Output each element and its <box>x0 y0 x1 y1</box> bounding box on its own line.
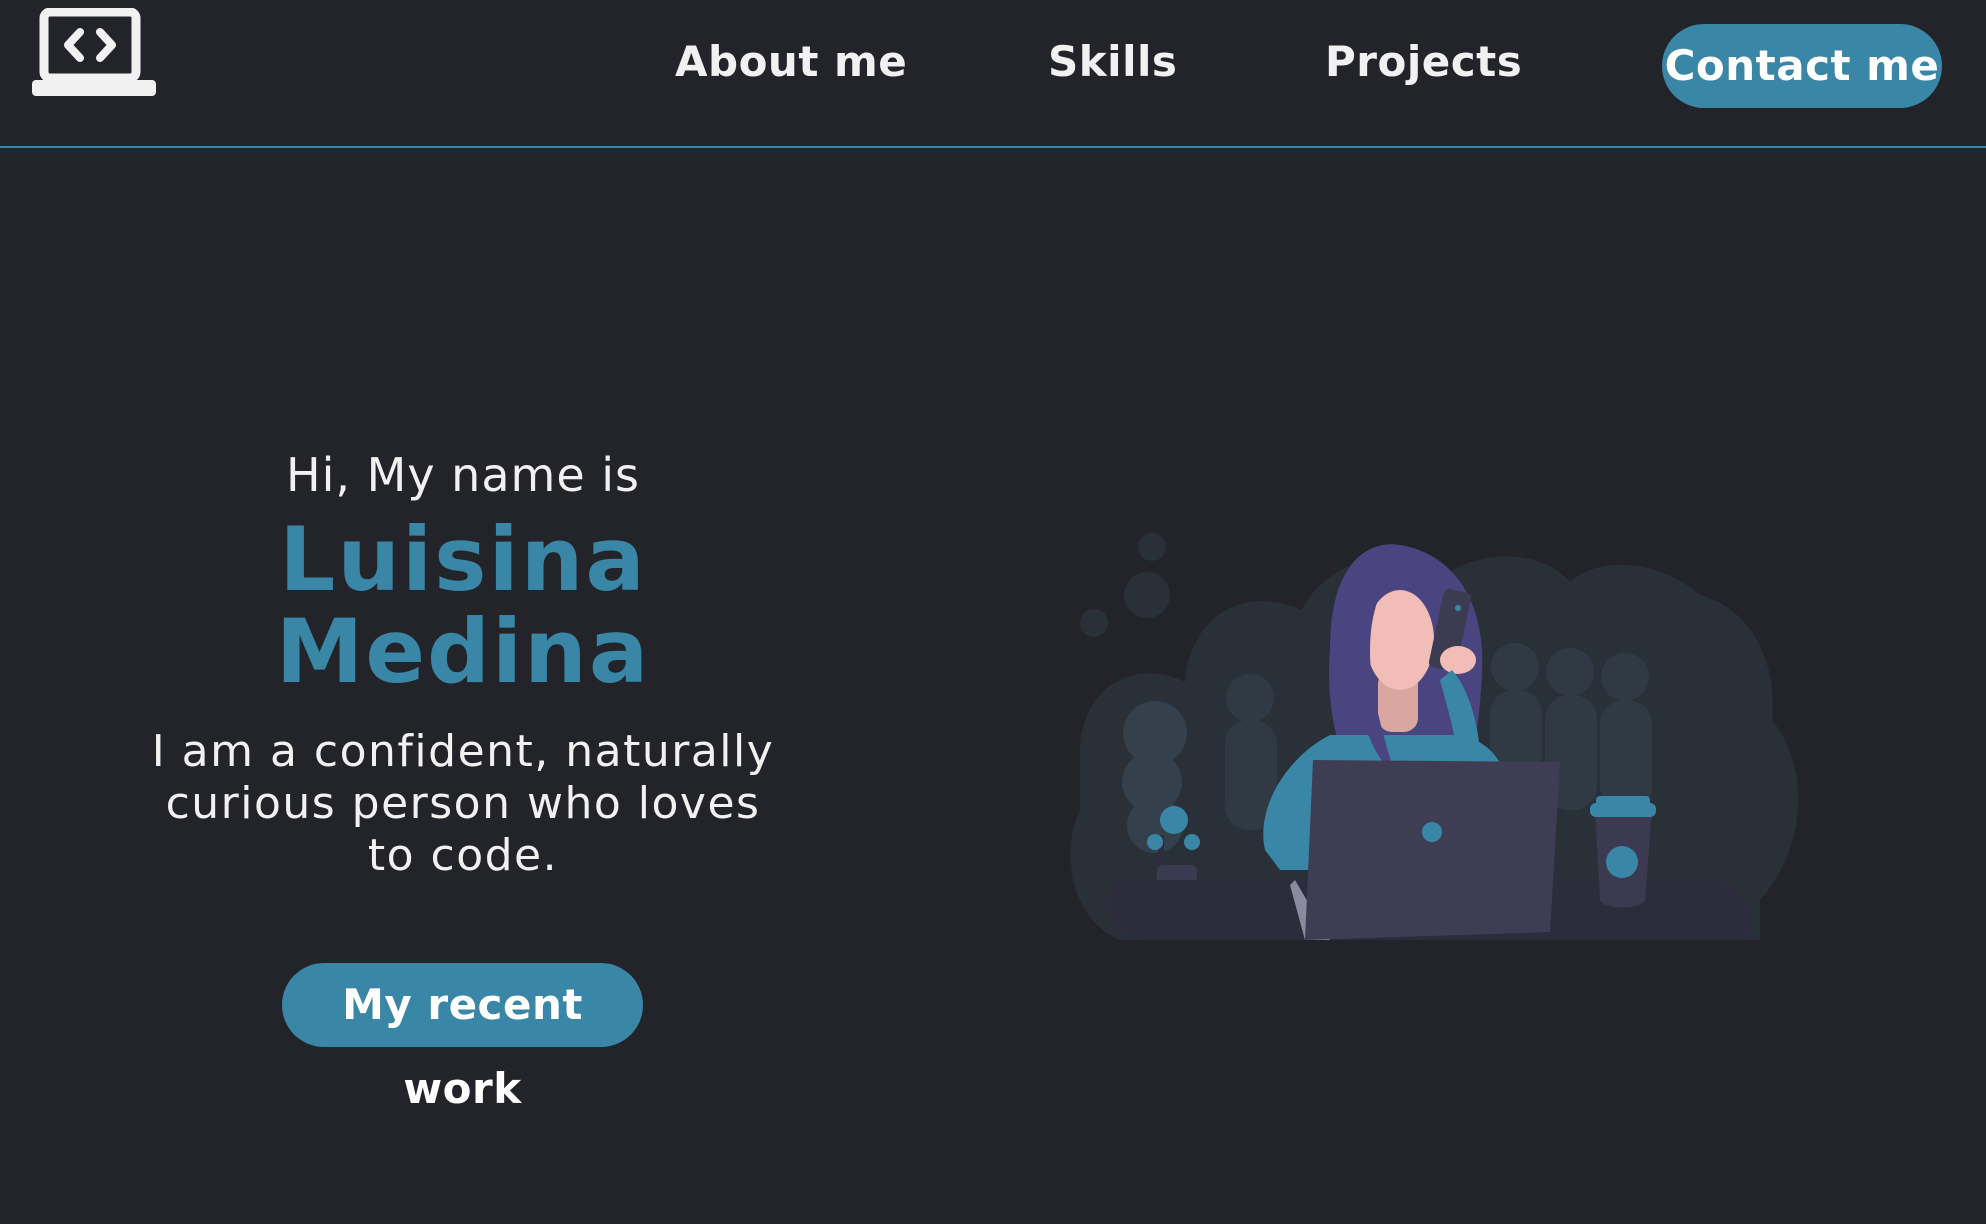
name-first: Luisina <box>279 508 647 611</box>
name-last: Medina <box>275 600 651 703</box>
recent-work-button[interactable]: My recent work <box>282 963 643 1113</box>
nav-about-me[interactable]: About me <box>675 34 907 90</box>
site-header: About me Skills Projects Contact me <box>0 0 1986 148</box>
hero-description: I am a confident, naturally curious pers… <box>151 726 775 881</box>
nav-skills[interactable]: Skills <box>1048 34 1177 90</box>
laptop-code-icon[interactable] <box>30 8 158 100</box>
woman-on-phone-with-laptop-illustration <box>1070 533 1799 940</box>
hero-intro: Hi, My name is Luisina Medina I am a con… <box>130 440 796 882</box>
contact-me-button[interactable]: Contact me <box>1662 24 1942 108</box>
greeting-text: Hi, My name is <box>286 448 640 502</box>
nav-projects[interactable]: Projects <box>1325 34 1522 90</box>
